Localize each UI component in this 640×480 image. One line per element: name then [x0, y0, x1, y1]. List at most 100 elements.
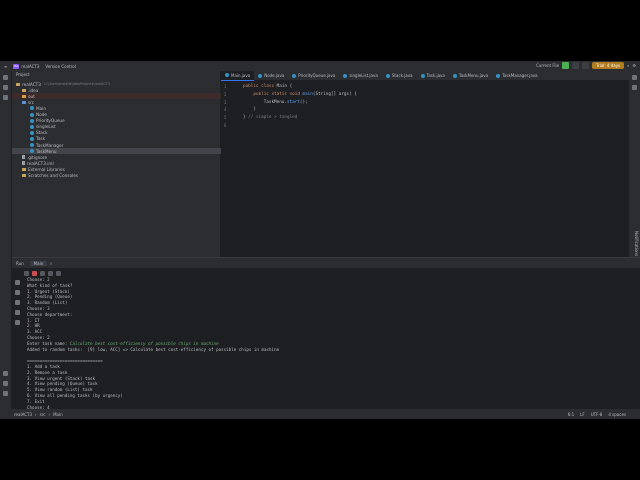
breadcrumb-item[interactable]: src	[40, 412, 46, 417]
tree-item[interactable]: realACT3.iml	[12, 160, 227, 166]
project-tool-icon[interactable]	[3, 75, 8, 80]
code-line: } // simple > tangled	[243, 115, 297, 120]
code-line: public static void main(String[] args) {	[243, 92, 357, 97]
editor-tab[interactable]: singleList.java	[339, 71, 382, 80]
console-text: 4. View pending (Queue) task	[27, 381, 98, 387]
breadcrumb-item[interactable]: Main	[53, 412, 63, 417]
settings-icon[interactable]: ⚙	[632, 63, 636, 68]
console-output[interactable]: Choose: 2 What kind of task? 1. Urgent (St…	[27, 277, 617, 410]
terminal-tool-icon[interactable]	[3, 381, 8, 386]
more-icon[interactable]	[56, 270, 61, 276]
editor-tab[interactable]: Main.java	[221, 70, 255, 81]
class-icon	[30, 124, 34, 129]
tree-item[interactable]: realACT3 C:\Users\mstelle\IdeaProjects\re…	[12, 81, 221, 87]
console-text: Choose: 2	[27, 277, 50, 282]
search-icon[interactable]: ⌕	[627, 63, 629, 68]
tree-item[interactable]: Node	[12, 112, 235, 118]
tree-item[interactable]: Scratches and Consoles	[12, 173, 227, 179]
folder-icon	[22, 100, 26, 104]
java-class-icon	[385, 73, 390, 78]
ai-assistant-icon[interactable]	[632, 85, 637, 90]
tree-item-label: TaskManager	[36, 142, 64, 148]
more-actions-icon[interactable]	[582, 62, 590, 69]
editor-tab[interactable]: TaskManager.java	[492, 71, 541, 80]
console-text: 1. IT	[27, 317, 40, 323]
close-icon[interactable]: ×	[49, 261, 52, 266]
folder-icon	[22, 167, 26, 171]
folder-icon	[22, 94, 26, 98]
tree-item[interactable]: Main	[12, 105, 235, 111]
tree-item[interactable]: .idea	[12, 87, 227, 93]
main-menu-icon[interactable]: ≡	[4, 64, 7, 69]
console-line: 7. Exit	[27, 399, 45, 404]
camera-icon[interactable]	[48, 270, 53, 276]
tree-item[interactable]: TaskManager	[12, 142, 235, 148]
rerun-icon[interactable]	[24, 270, 29, 276]
cursor-position[interactable]: 6:1	[568, 412, 574, 417]
line-number: 2	[224, 91, 227, 97]
tree-item[interactable]: out	[12, 93, 227, 100]
console-text: 1. Urgent (Stack)	[27, 288, 70, 294]
run-config-tab[interactable]: Main	[29, 260, 48, 266]
tree-item[interactable]: singleList	[12, 124, 235, 130]
project-panel-title[interactable]: Project	[16, 72, 30, 77]
console-line: 5. View random (List) task	[27, 387, 93, 392]
soft-wrap-icon[interactable]	[15, 300, 20, 305]
tree-item[interactable]: External Libraries	[12, 166, 227, 172]
problems-tool-icon[interactable]	[3, 391, 8, 396]
file-encoding[interactable]: UTF-8	[591, 412, 603, 417]
breadcrumb-item[interactable]: realACT3	[14, 412, 32, 417]
run-button[interactable]	[562, 62, 570, 69]
tree-item[interactable]: Task	[12, 136, 235, 142]
project-switcher[interactable]: RA realACT3	[13, 63, 39, 69]
editor-tab[interactable]: Node.java	[254, 71, 288, 80]
code-token: // simple > tangled	[248, 115, 298, 121]
console-text: 2. HR	[27, 323, 40, 329]
tree-item-label: realACT3.iml	[27, 160, 54, 166]
tree-item-label: TaskMenu	[36, 148, 57, 154]
commit-tool-icon[interactable]	[3, 85, 8, 90]
stop-icon[interactable]	[32, 270, 37, 276]
debug-button[interactable]	[572, 62, 580, 69]
editor-tab[interactable]: Task.java	[417, 71, 449, 80]
restore-layout-icon[interactable]	[40, 270, 45, 276]
java-class-icon	[496, 73, 501, 78]
tree-item[interactable]: .gitignore	[12, 154, 227, 160]
trash-icon[interactable]	[15, 320, 20, 325]
tree-item-label: Main	[36, 105, 46, 111]
notifications-tool-label[interactable]: Notifications	[634, 231, 639, 256]
console-text: What kind of task?	[27, 282, 73, 288]
tree-item-label: Task	[36, 136, 46, 142]
class-icon	[30, 106, 34, 111]
tree-item-path: C:\Users\mstelle\IdeaProjects\realACT3	[43, 82, 110, 86]
editor-tab-label: Node.java	[264, 73, 285, 78]
run-tab-label[interactable]: Run	[16, 261, 24, 266]
tree-item-label: External Libraries	[28, 166, 65, 172]
print-icon[interactable]	[15, 310, 20, 315]
editor-tab-label: singleList.java	[349, 73, 378, 78]
editor-tab[interactable]: TaskMenu.java	[449, 71, 492, 80]
tree-item[interactable]: Stack	[12, 130, 235, 136]
structure-tool-icon[interactable]	[3, 95, 8, 100]
editor-tab[interactable]: PriorityQueue.java	[288, 71, 339, 80]
line-separator[interactable]: LF	[580, 412, 585, 417]
run-tool-icon[interactable]	[3, 371, 8, 376]
console-line: 2. HR	[27, 323, 40, 328]
tree-item[interactable]: TaskMenu	[12, 148, 235, 155]
scroll-up-icon[interactable]	[15, 280, 20, 285]
left-tool-strip	[0, 71, 12, 419]
scroll-down-icon[interactable]	[15, 290, 20, 295]
console-text: 1. Add a task	[27, 364, 60, 369]
line-number: 6	[224, 123, 227, 128]
editor-tab[interactable]: Stack.java	[382, 71, 417, 80]
run-config-select[interactable]: Current File	[536, 63, 559, 68]
run-panel: Run Main × Choose: 2 What kind of task? 1.…	[12, 257, 640, 410]
tree-item[interactable]: PriorityQueue	[12, 118, 235, 124]
vcs-menu[interactable]: Version Control	[45, 64, 75, 69]
trial-badge[interactable]: Trial: 4 days	[592, 62, 625, 69]
editor-tabs: Main.java Node.java PriorityQueue.java sing…	[221, 70, 640, 81]
notifications-icon[interactable]	[632, 75, 637, 80]
indent-setting[interactable]: 4 spaces	[608, 412, 626, 417]
console-text: ==============================	[27, 358, 103, 364]
tree-item[interactable]: src	[12, 99, 227, 105]
